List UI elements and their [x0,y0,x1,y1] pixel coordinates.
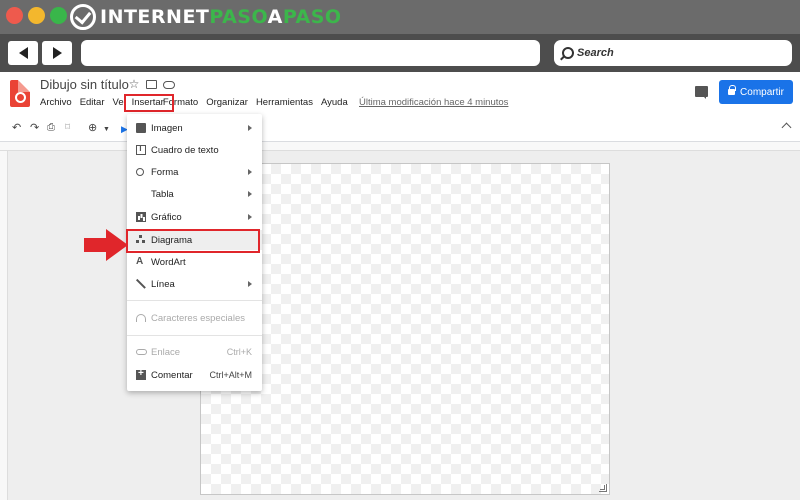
menu-item-grafico[interactable]: Gráfico [127,207,262,227]
comment-add-icon [136,368,146,380]
last-modified-link[interactable]: Última modificación hace 4 minutos [359,97,508,108]
insertar-highlight-box [124,94,174,112]
menu-item-label: Forma [151,166,179,178]
menu-archivo[interactable]: Archivo [40,97,72,108]
menu-item-tabla[interactable]: Tabla [127,184,262,204]
menu-item-label: Imagen [151,122,183,134]
menu-item-forma[interactable]: Forma [127,162,262,182]
arrow-right-icon [52,47,62,59]
close-window-button[interactable] [6,7,23,24]
vertical-ruler [0,151,8,500]
window-titlebar: INTERNETPASOAPASO [0,0,800,34]
menu-item-label: Gráfico [151,211,182,223]
menu-item-label: WordArt [151,256,186,268]
menu-herramientas[interactable]: Herramientas [256,97,313,108]
menu-separator [127,335,262,336]
minimize-window-button[interactable] [28,7,45,24]
paint-format-icon[interactable]: ⌑ [65,122,70,134]
lock-icon [728,85,737,95]
menu-item-comentar[interactable]: Comentar Ctrl+Alt+M [127,365,262,385]
arrow-left-icon [18,47,28,59]
menu-organizar[interactable]: Organizar [206,97,248,108]
site-logo-text: INTERNETPASOAPASO [100,6,342,28]
canvas-resize-handle[interactable] [599,484,607,492]
submenu-arrow-icon [248,214,252,220]
line-icon [136,279,146,289]
menu-separator [127,300,262,301]
diagrama-highlight-box [126,229,260,253]
chevron-up-icon[interactable] [781,122,792,133]
browser-toolbar: Search [0,34,800,72]
submenu-arrow-icon [248,191,252,197]
textbox-icon [136,144,146,155]
zoom-icon[interactable]: ⊕ [88,122,97,134]
search-input[interactable]: Search [554,40,792,66]
share-button[interactable]: Compartir [719,80,793,104]
shortcut-label: Ctrl+K [226,347,252,357]
menu-item-label: Caracteres especiales [151,312,245,324]
google-drawings-icon[interactable] [10,80,30,107]
wordart-icon: A [136,256,144,267]
undo-icon[interactable]: ↶ [12,122,21,134]
move-folder-icon[interactable] [146,80,157,89]
star-icon[interactable]: ☆ [128,78,140,90]
comment-history-icon[interactable] [695,86,708,99]
menu-item-enlace[interactable]: Enlace Ctrl+K [127,342,262,362]
back-button[interactable] [8,41,38,65]
title-actions: ☆ [128,78,175,90]
docs-header: Dibujo sin título ☆ Archivo Editar Ve In… [0,72,800,116]
menu-item-caracteres-especiales[interactable]: Caracteres especiales [127,308,262,328]
search-placeholder: Search [577,47,614,59]
print-icon[interactable]: ⎙ [47,122,55,134]
redo-icon[interactable]: ↷ [30,122,39,134]
pointer-arrow-icon [84,229,128,261]
shortcut-label: Ctrl+Alt+M [209,370,252,380]
zoom-dropdown-icon[interactable]: ▼ [103,124,110,136]
menu-item-label: Enlace [151,346,181,358]
menu-item-label: Comentar [151,369,193,381]
search-icon [562,47,574,59]
menu-item-label: Tabla [151,188,174,200]
menu-item-linea[interactable]: Línea [127,274,262,294]
menu-item-cuadro-de-texto[interactable]: Cuadro de texto [127,140,262,160]
checkmark-logo-icon [70,4,96,30]
menu-ver[interactable]: Ve [113,97,124,108]
menu-editar[interactable]: Editar [80,97,105,108]
site-logo: INTERNETPASOAPASO [70,3,342,31]
special-characters-icon [136,314,146,322]
image-icon [136,123,146,133]
submenu-arrow-icon [248,169,252,175]
forward-button[interactable] [42,41,72,65]
share-button-label: Compartir [740,86,784,98]
maximize-window-button[interactable] [50,7,67,24]
shape-icon [136,168,144,176]
menu-item-label: Línea [151,278,175,290]
submenu-arrow-icon [248,281,252,287]
chart-icon [136,212,146,222]
submenu-arrow-icon [248,125,252,131]
cloud-status-icon[interactable] [163,81,175,89]
horizontal-ruler [0,142,800,151]
drawing-toolbar: ↶ ↷ ⎙ ⌑ ⊕ ▼ ▶ [0,116,800,142]
menu-ayuda[interactable]: Ayuda [321,97,348,108]
menu-item-imagen[interactable]: Imagen [127,118,262,138]
menu-item-wordart[interactable]: A WordArt [127,252,262,272]
document-title[interactable]: Dibujo sin título [40,77,129,92]
menu-bar: Archivo Editar Ve Insertar Formato Organ… [40,97,356,108]
address-bar[interactable] [81,40,540,66]
link-icon [136,349,147,355]
menu-item-label: Cuadro de texto [151,144,219,156]
